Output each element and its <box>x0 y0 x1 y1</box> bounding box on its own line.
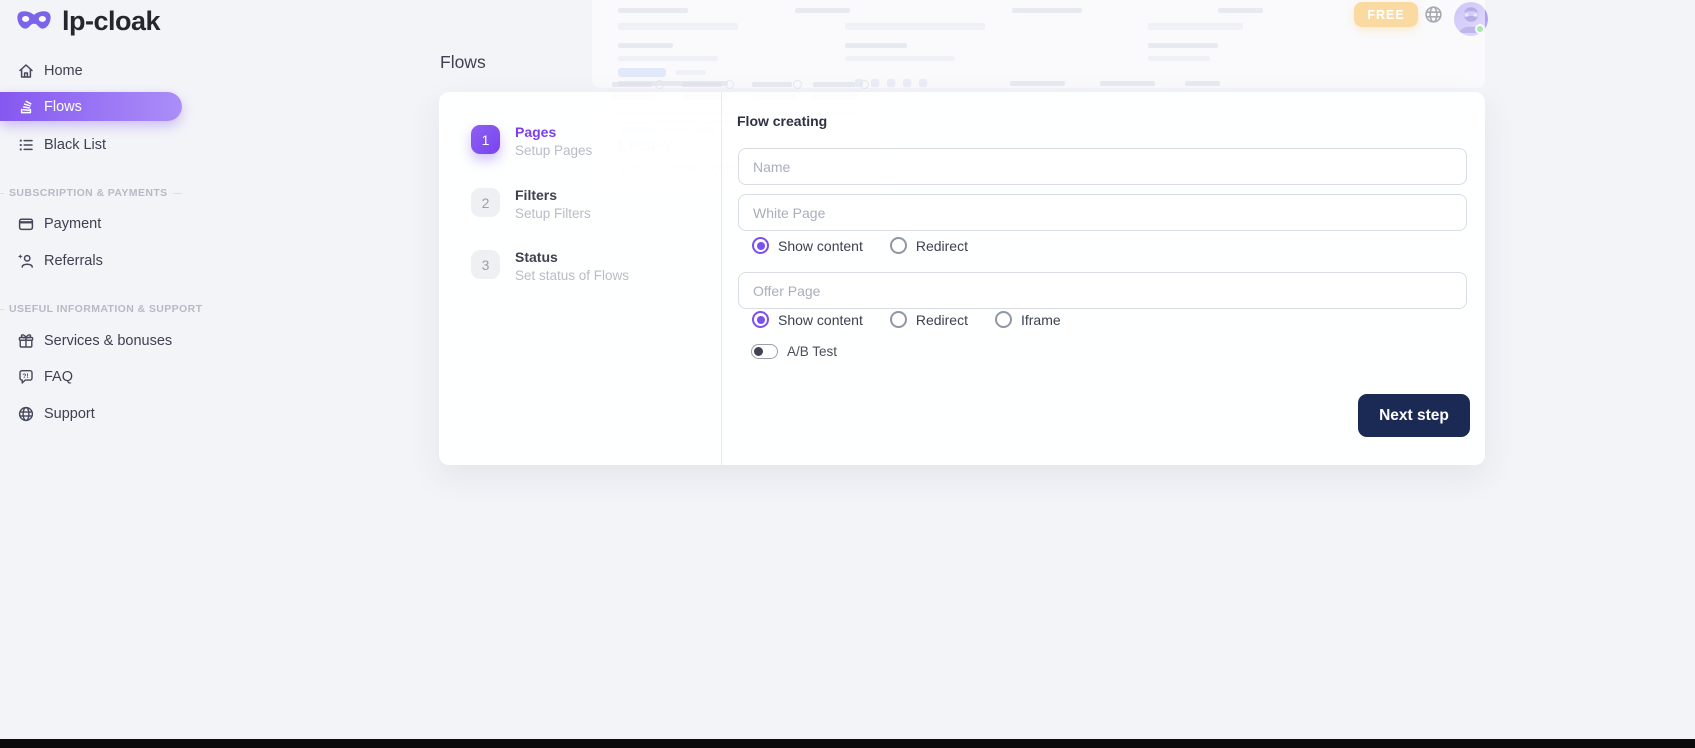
divider <box>721 92 722 465</box>
radio-label: Redirect <box>916 238 968 254</box>
radio-redirect[interactable]: Redirect <box>890 237 968 254</box>
app-window: lp-cloak Home Flows <box>0 0 1695 748</box>
step-number: 2 <box>471 188 500 217</box>
radio-iframe[interactable]: Iframe <box>995 311 1061 328</box>
ab-test-label: A/B Test <box>787 344 837 359</box>
radio-show-content[interactable]: Show content <box>752 311 863 328</box>
radio-redirect[interactable]: Redirect <box>890 311 968 328</box>
radio-icon <box>890 237 907 254</box>
step-subtitle: Set status of Flows <box>515 268 629 283</box>
white-page-radio-group: Show content Redirect <box>752 237 968 254</box>
step-pages[interactable]: 1 Pages Setup Pages <box>471 125 592 158</box>
step-status[interactable]: 3 Status Set status of Flows <box>471 250 629 283</box>
step-title: Filters <box>515 188 591 203</box>
name-input[interactable] <box>738 148 1467 185</box>
radio-label: Show content <box>778 312 863 328</box>
step-title: Pages <box>515 125 592 140</box>
radio-label: Show content <box>778 238 863 254</box>
step-subtitle: Setup Filters <box>515 206 591 221</box>
ab-test-row: A/B Test <box>751 344 837 359</box>
offer-page-input[interactable] <box>738 272 1467 309</box>
ab-test-toggle[interactable] <box>751 344 778 359</box>
radio-icon <box>752 311 769 328</box>
step-subtitle: Setup Pages <box>515 143 592 158</box>
step-number: 1 <box>471 125 500 154</box>
radio-label: Iframe <box>1021 312 1061 328</box>
bottom-bar <box>0 739 1695 748</box>
step-number: 3 <box>471 250 500 279</box>
step-title: Status <box>515 250 629 265</box>
radio-show-content[interactable]: Show content <box>752 237 863 254</box>
radio-icon <box>890 311 907 328</box>
radio-icon <box>752 237 769 254</box>
radio-label: Redirect <box>916 312 968 328</box>
ghost-filter-panel <box>592 0 1485 88</box>
modal-title: Flow creating <box>737 113 827 129</box>
next-step-button[interactable]: Next step <box>1358 394 1470 437</box>
step-filters[interactable]: 2 Filters Setup Filters <box>471 188 591 221</box>
flow-creating-modal: 1 Pages Setup Pages 2 Filters Setup Filt… <box>439 92 1485 465</box>
radio-icon <box>995 311 1012 328</box>
white-page-input[interactable] <box>738 194 1467 231</box>
offer-page-radio-group: Show content Redirect Iframe <box>752 311 1061 328</box>
